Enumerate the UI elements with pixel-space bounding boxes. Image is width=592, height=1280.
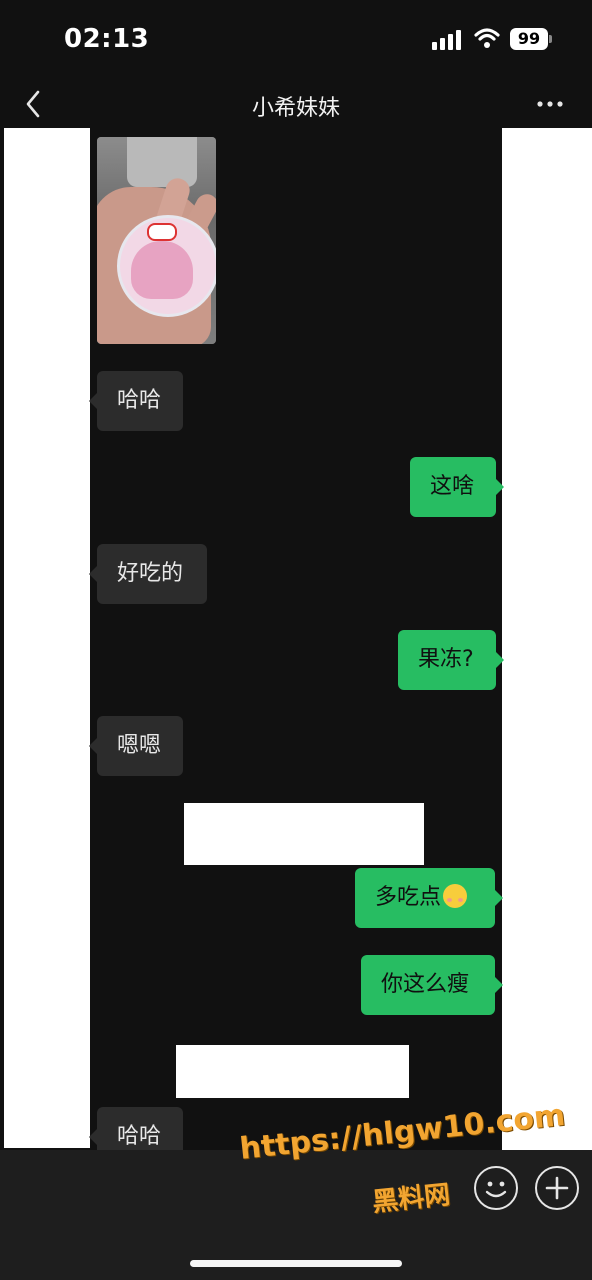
status-time: 02:13 [64,24,150,54]
home-indicator[interactable] [190,1260,402,1267]
left-white-panel [4,128,90,1148]
message-bubble-incoming[interactable]: 好吃的 [89,544,207,604]
more-dots-icon[interactable] [532,90,568,118]
status-bar: 02:13 99 [0,0,592,80]
message-bubble-outgoing[interactable]: 多吃点 [355,868,503,928]
message-bubble-outgoing[interactable]: 你这么瘦 [361,955,503,1015]
message-text: 多吃点 [375,885,442,910]
message-bubble-outgoing[interactable]: 这啥 [410,457,504,517]
chat-title: 小希妹妹 [251,96,340,121]
signal-icon [432,30,464,50]
photo-background-object [127,137,197,187]
redacted-block [176,1045,409,1098]
redacted-block [184,803,424,865]
wifi-icon [474,28,500,48]
photo-cup-logo [147,223,177,241]
message-photo[interactable] [97,137,216,344]
right-white-panel [502,128,592,1150]
battery-tip [549,35,552,43]
smiling-emoji-icon [443,884,468,908]
battery-icon: 99 [510,28,548,50]
chat-header: 小希妹妹 [0,80,592,128]
photo-cup-character [131,241,193,299]
message-bubble-incoming[interactable]: 嗯嗯 [89,716,183,776]
message-bubble-outgoing[interactable]: 果冻? [398,630,504,690]
emoji-face-icon[interactable] [474,1166,518,1210]
add-plus-icon[interactable] [535,1166,579,1210]
message-bubble-incoming[interactable]: 哈哈 [89,371,183,431]
